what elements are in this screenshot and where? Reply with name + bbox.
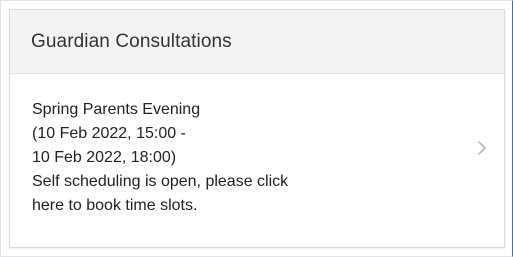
event-name: Spring Parents Evening (32, 101, 201, 118)
screen: Guardian Consultations Spring Parents Ev… (0, 0, 513, 257)
consultation-event-link[interactable]: Spring Parents Evening (10 Feb 2022, 15:… (10, 74, 504, 247)
chevron-right-icon[interactable] (476, 138, 488, 158)
card-header: Guardian Consultations (10, 10, 504, 74)
event-end-time: 10 Feb 2022, 18:00) (32, 149, 177, 166)
scheduling-status-text: Self scheduling is open, please click (32, 173, 289, 190)
booking-instruction-text: here to book time slots. (32, 197, 198, 214)
event-start-time: (10 Feb 2022, 15:00 - (32, 125, 186, 142)
card-title: Guardian Consultations (31, 30, 232, 52)
guardian-consultations-card: Guardian Consultations Spring Parents Ev… (9, 9, 505, 248)
